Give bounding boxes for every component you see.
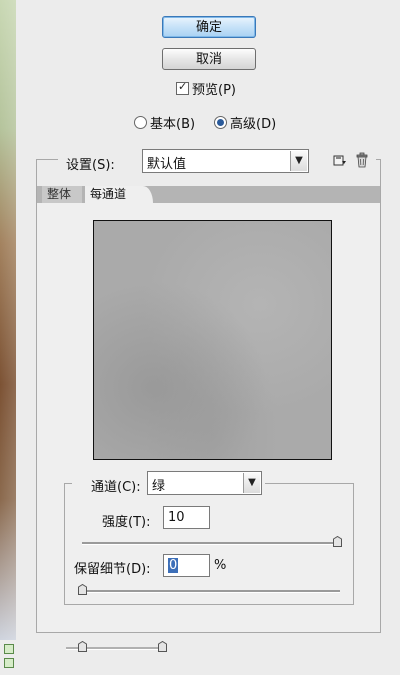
- basic-radio[interactable]: [134, 115, 147, 129]
- preserve-details-value: 0: [168, 558, 179, 573]
- advanced-radio-label: 高级(D): [230, 116, 277, 132]
- channel-preview-image: [93, 220, 332, 460]
- trash-icon[interactable]: [355, 152, 369, 168]
- status-icon-1: [4, 644, 14, 654]
- preserve-details-input[interactable]: 0: [163, 554, 210, 577]
- channel-value: 绿: [152, 479, 166, 494]
- percent-unit: %: [214, 558, 227, 573]
- bottom-strip: [0, 640, 400, 675]
- channel-select[interactable]: 绿 ▼: [147, 471, 262, 495]
- channel-label: 通道(C):: [91, 480, 141, 495]
- chevron-down-icon[interactable]: ▼: [243, 473, 260, 493]
- preview-checkbox-row[interactable]: ✓ 预览(P): [176, 79, 236, 98]
- settings-select[interactable]: 默认值 ▼: [142, 149, 309, 173]
- save-preset-icon[interactable]: [333, 153, 347, 167]
- ok-button[interactable]: 确定: [162, 16, 256, 38]
- strength-input[interactable]: 10: [163, 506, 210, 529]
- strength-slider-thumb[interactable]: [333, 536, 342, 547]
- tab-overall[interactable]: 整体: [42, 186, 82, 203]
- basic-radio-row[interactable]: 基本(B): [134, 114, 196, 132]
- background-photo-edge: [0, 0, 16, 640]
- preserve-details-slider-thumb[interactable]: [78, 584, 87, 595]
- strength-value: 10: [168, 510, 185, 525]
- basic-radio-label: 基本(B): [150, 116, 196, 132]
- status-icon-2: [4, 658, 14, 668]
- settings-value: 默认值: [147, 157, 187, 172]
- advanced-radio-row[interactable]: 高级(D): [214, 114, 277, 132]
- settings-label: 设置(S):: [66, 158, 115, 173]
- strength-slider-track[interactable]: [82, 542, 342, 545]
- strength-label: 强度(T):: [102, 515, 151, 530]
- preview-checkbox[interactable]: ✓: [176, 79, 189, 95]
- preserve-details-slider-track[interactable]: [78, 590, 340, 593]
- chevron-down-icon[interactable]: ▼: [290, 151, 307, 171]
- preview-label: 预览(P): [192, 82, 236, 98]
- checkmark-icon: ✓: [178, 79, 188, 93]
- lower-slider-thumb[interactable]: [78, 641, 87, 652]
- lower-slider-thumb-2[interactable]: [158, 641, 167, 652]
- preserve-details-label: 保留细节(D):: [74, 562, 151, 577]
- advanced-radio[interactable]: [214, 115, 227, 129]
- tab-per-channel[interactable]: 每通道: [85, 186, 153, 203]
- cancel-button[interactable]: 取消: [162, 48, 256, 70]
